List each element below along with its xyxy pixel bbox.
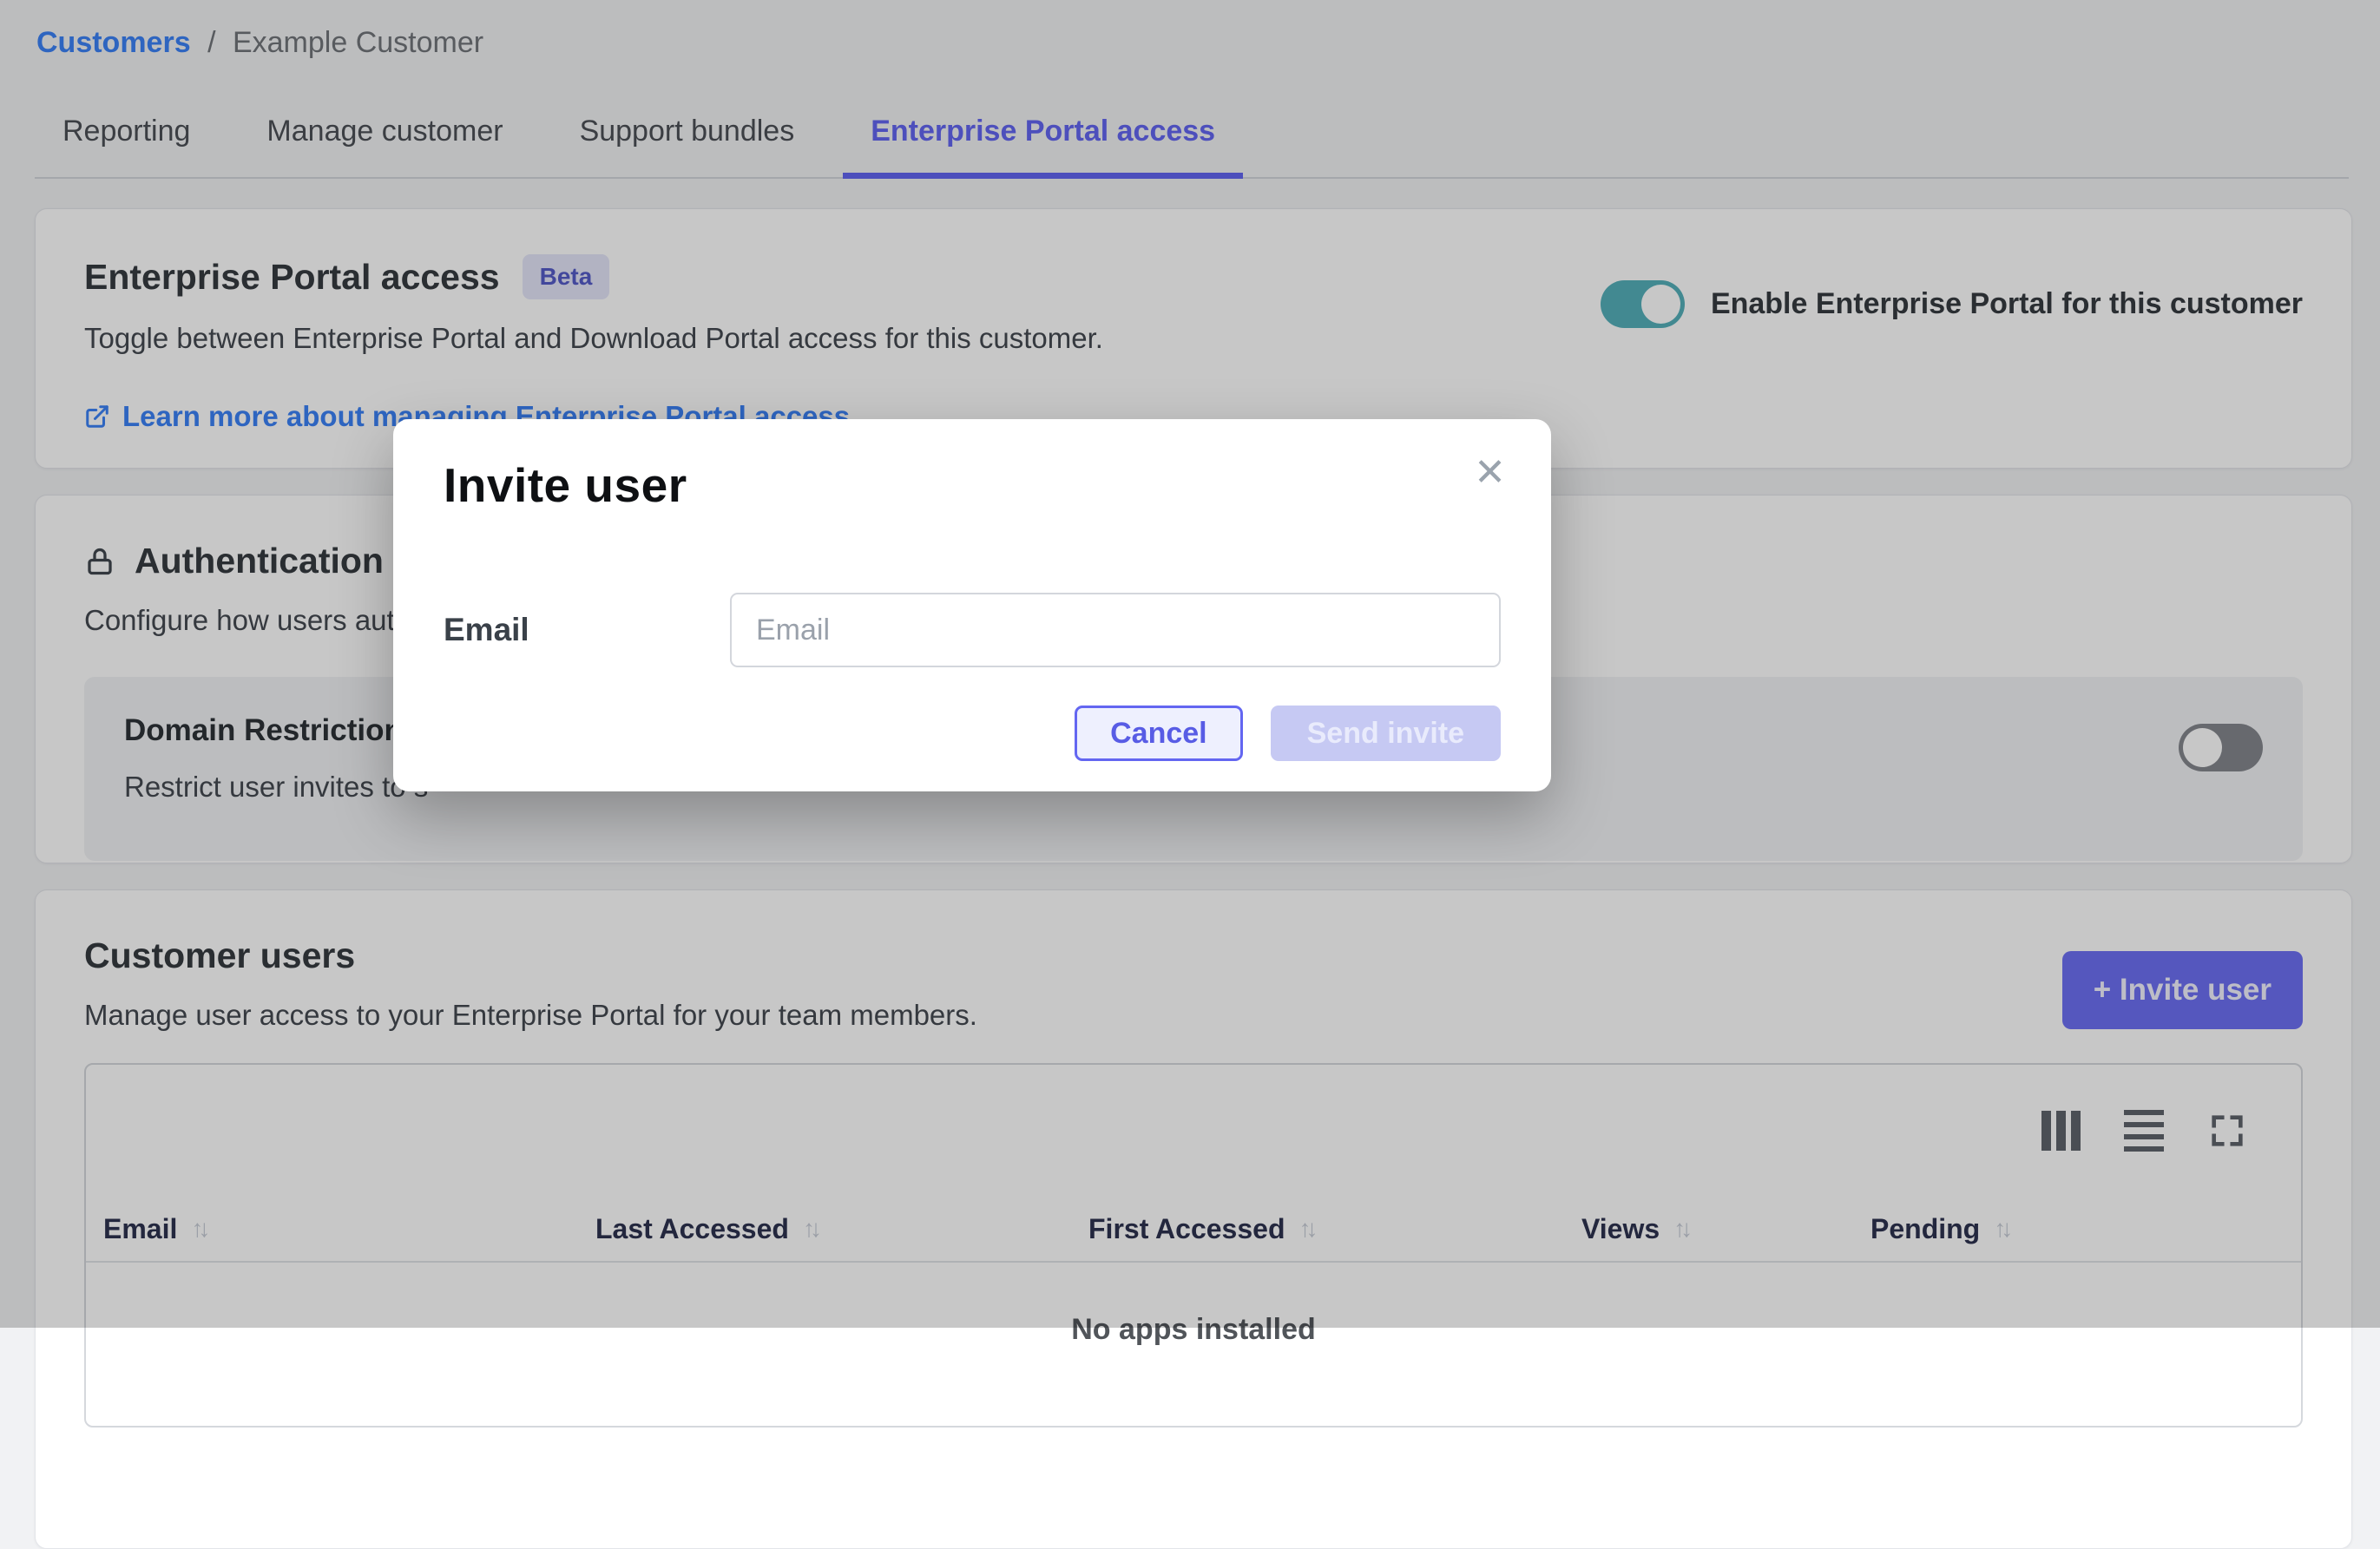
email-label: Email	[444, 612, 730, 648]
close-icon[interactable]: ✕	[1474, 454, 1506, 492]
invite-form: Email	[444, 593, 1501, 667]
email-field[interactable]	[730, 593, 1501, 667]
send-invite-button[interactable]: Send invite	[1271, 706, 1501, 761]
cancel-button[interactable]: Cancel	[1075, 706, 1243, 761]
modal-title: Invite user	[444, 457, 1501, 513]
modal-actions: Cancel Send invite	[444, 706, 1501, 761]
invite-user-modal: Invite user ✕ Email Cancel Send invite	[393, 419, 1551, 791]
